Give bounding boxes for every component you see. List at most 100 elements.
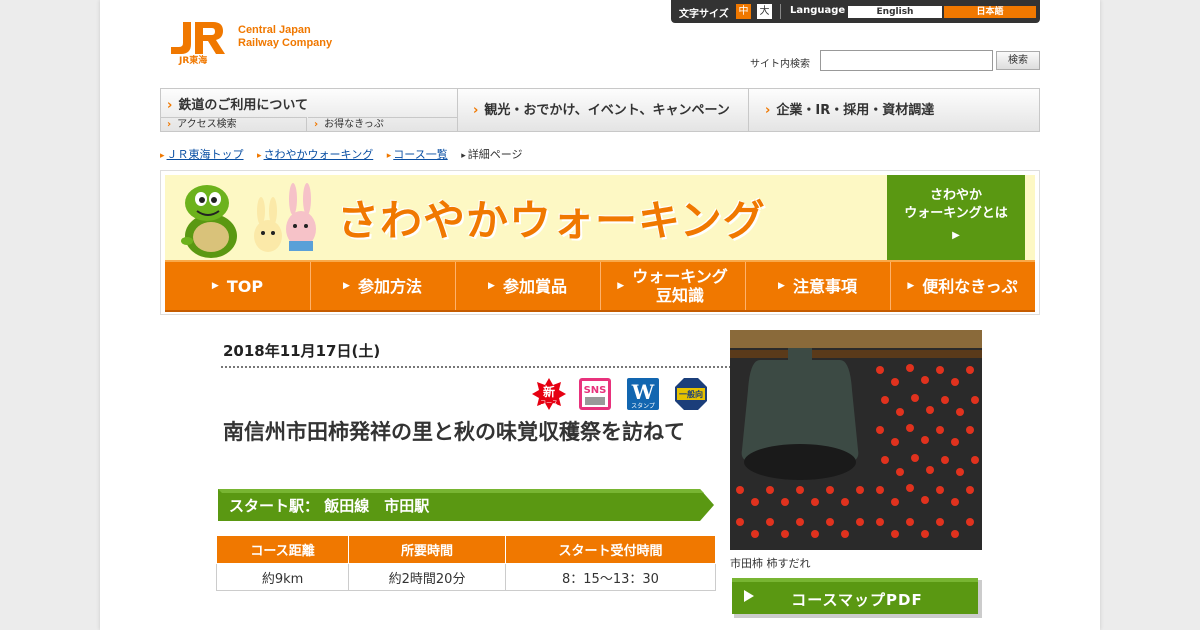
sns-badge-icon: SNS [579, 378, 611, 410]
banner-nav-notes[interactable]: ▶ 注意事項 [745, 262, 891, 310]
utility-bar: 文字サイズ 中 大 Language English 日本語 [671, 0, 1040, 23]
font-size-medium-button[interactable]: 中 [736, 4, 751, 19]
breadcrumb-arrow-icon: ▸ [461, 151, 466, 161]
what-is-walking-line2: ウォーキングとは [904, 206, 1008, 221]
language-label: Language [790, 5, 846, 16]
new-course-badge-icon: 新 コース [532, 378, 566, 410]
w-badge-text: W [631, 380, 655, 404]
gnav-rail-usage-label: 鉄道のご利用について [178, 98, 308, 113]
breadcrumb-arrow-icon: ▸ [257, 151, 262, 161]
mascot-characters-icon [181, 183, 316, 258]
walking-banner: さわやかウォーキング さわやか ウォーキングとは ▶ ▶ TOP ▶ 参加方法 ▶ 参… [160, 170, 1040, 315]
triangle-icon: ▶ [617, 280, 625, 291]
banner-nav-top-label: TOP [226, 276, 264, 296]
new-badge-subtext: コース [540, 400, 558, 407]
language-japanese-button[interactable]: 日本語 [944, 6, 1036, 18]
banner-nav-how-to-join[interactable]: ▶ 参加方法 [310, 262, 456, 310]
photo-caption: 市田柿 柿すだれ [730, 557, 811, 570]
divider [780, 4, 781, 19]
jr-central-logo[interactable]: JR東海 Central Japan Railway Company [165, 18, 355, 66]
banner-nav-prizes[interactable]: ▶ 参加賞品 [455, 262, 601, 310]
site-search-button[interactable]: 検索 [996, 51, 1040, 70]
arrow-icon: › [167, 98, 173, 113]
triangle-icon: ▶ [211, 280, 219, 291]
banner-nav-tips-label: ウォーキング 豆知識 [632, 267, 728, 305]
general-badge-text: 一般向 [679, 389, 703, 399]
table-header-distance: コース距離 [215, 535, 350, 564]
triangle-icon: ▶ [778, 280, 785, 291]
dotted-divider [221, 366, 811, 368]
new-badge-text: 新 [543, 384, 555, 399]
triangle-icon: ▶ [343, 280, 350, 291]
what-is-walking-button[interactable]: さわやか ウォーキングとは ▶ [887, 175, 1025, 260]
table-header-start-time: スタート受付時間 [504, 535, 717, 564]
breadcrumb-arrow-icon: ▸ [386, 151, 392, 161]
banner-nav-tickets-label: 便利なきっぷ [922, 276, 1018, 296]
font-size-large-button[interactable]: 大 [757, 4, 772, 19]
arrow-icon: › [167, 119, 172, 130]
course-info-table: コース距離 所要時間 スタート受付時間 約9km 約2時間20分 8：15～13… [215, 535, 717, 591]
table-cell-distance: 約9km [215, 563, 350, 591]
w-stamp-badge-icon: W スタンプ [627, 378, 659, 410]
gnav-corporate-link[interactable]: › 企業・IR・採用・資材調達 [749, 89, 1039, 131]
company-name-line1: Central Japan [238, 24, 311, 36]
site-search-label: サイト内検索 [750, 59, 810, 70]
triangle-icon: ▶ [952, 230, 960, 241]
gnav-access-search-link[interactable]: › アクセス検索 [161, 117, 307, 131]
event-date: 2018年11月17日(土) [223, 342, 381, 360]
course-map-pdf-button[interactable]: コースマップPDF [732, 578, 982, 618]
breadcrumb-link-jr-top[interactable]: ＪＲ東海トップ [167, 148, 244, 161]
arrow-icon: › [314, 119, 319, 130]
banner-nav-notes-label: 注意事項 [792, 276, 857, 296]
start-station-bar: スタート駅： 飯田線 市田駅 [218, 489, 714, 521]
banner-nav: ▶ TOP ▶ 参加方法 ▶ 参加賞品 ▶ ウォーキング 豆知識 ▶ 注意事項 ▶ 便利なきっ… [165, 260, 1035, 312]
gnav-rail-usage: › 鉄道のご利用について › アクセス検索 › お得なきっぷ [161, 89, 458, 131]
breadcrumb-link-course-list[interactable]: コース一覧 [393, 148, 447, 161]
table-header-duration: 所要時間 [348, 535, 506, 564]
w-badge-subtext: スタンプ [631, 402, 655, 410]
banner-nav-tips-line2: 豆知識 [655, 286, 704, 305]
language-english-label: English [876, 7, 914, 17]
gnav-tourism-label: 観光・おでかけ、イベント、キャンペーン [484, 103, 730, 118]
what-is-walking-text: さわやか ウォーキングとは ▶ [887, 187, 1025, 245]
arrow-icon: › [473, 103, 479, 118]
banner-nav-tips[interactable]: ▶ ウォーキング 豆知識 [600, 262, 746, 310]
general-level-badge-icon: 一般向 [675, 378, 707, 410]
gnav-tourism-link[interactable]: › 観光・おでかけ、イベント、キャンペーン [457, 89, 749, 131]
triangle-icon: ▶ [488, 280, 495, 291]
banner-title: さわやかウォーキング [337, 196, 766, 245]
gnav-discount-tickets-label: お得なきっぷ [324, 119, 384, 130]
logo-sub-text: JR東海 [179, 56, 208, 66]
breadcrumb-link-walking[interactable]: さわやかウォーキング [264, 148, 374, 161]
arrow-icon: › [765, 103, 771, 118]
what-is-walking-line1: さわやか [929, 188, 982, 203]
breadcrumb: ▸ ＪＲ東海トップ ▸ さわやかウォーキング ▸ コース一覧 ▸ 詳細ページ [160, 146, 533, 162]
site-search-input[interactable] [820, 50, 993, 71]
banner-nav-tickets[interactable]: ▶ 便利なきっぷ [890, 262, 1035, 310]
course-map-pdf-label: コースマップPDF [791, 591, 923, 609]
company-name: Central Japan Railway Company [238, 24, 332, 50]
persimmon-bell-photo [730, 330, 982, 550]
banner-nav-tips-line1: ウォーキング [632, 267, 728, 286]
table-cell-duration: 約2時間20分 [348, 563, 506, 591]
course-title: 南信州市田柿発祥の里と秋の味覚収穫祭を訪ねて [223, 420, 685, 444]
banner-header: さわやかウォーキング さわやか ウォーキングとは ▶ [165, 175, 1035, 260]
banner-nav-top[interactable]: ▶ TOP [165, 262, 311, 310]
banner-nav-how-to-join-label: 参加方法 [357, 276, 422, 296]
gnav-discount-tickets-link[interactable]: › お得なきっぷ [308, 117, 457, 131]
breadcrumb-arrow-icon: ▸ [160, 151, 165, 161]
gnav-rail-usage-link[interactable]: › 鉄道のご利用について [167, 94, 308, 113]
banner-nav-prizes-label: 参加賞品 [502, 276, 567, 296]
gnav-access-search-label: アクセス検索 [177, 119, 237, 130]
global-nav: › 鉄道のご利用について › アクセス検索 › お得なきっぷ › 観光・おでかけ、イベン… [160, 88, 1040, 132]
language-english-button[interactable]: English [848, 6, 942, 18]
breadcrumb-current: 詳細ページ [467, 148, 523, 161]
company-name-line2: Railway Company [238, 37, 333, 49]
gnav-corporate-label: 企業・IR・採用・資材調達 [776, 103, 935, 118]
language-japanese-label: 日本語 [976, 7, 1004, 17]
start-station-text: スタート駅： 飯田線 市田駅 [229, 497, 430, 515]
triangle-icon: ▶ [907, 280, 915, 291]
sns-badge-text: SNS [584, 385, 607, 396]
page: JR東海 Central Japan Railway Company 文字サイズ… [100, 0, 1100, 630]
font-size-label: 文字サイズ [679, 9, 729, 20]
